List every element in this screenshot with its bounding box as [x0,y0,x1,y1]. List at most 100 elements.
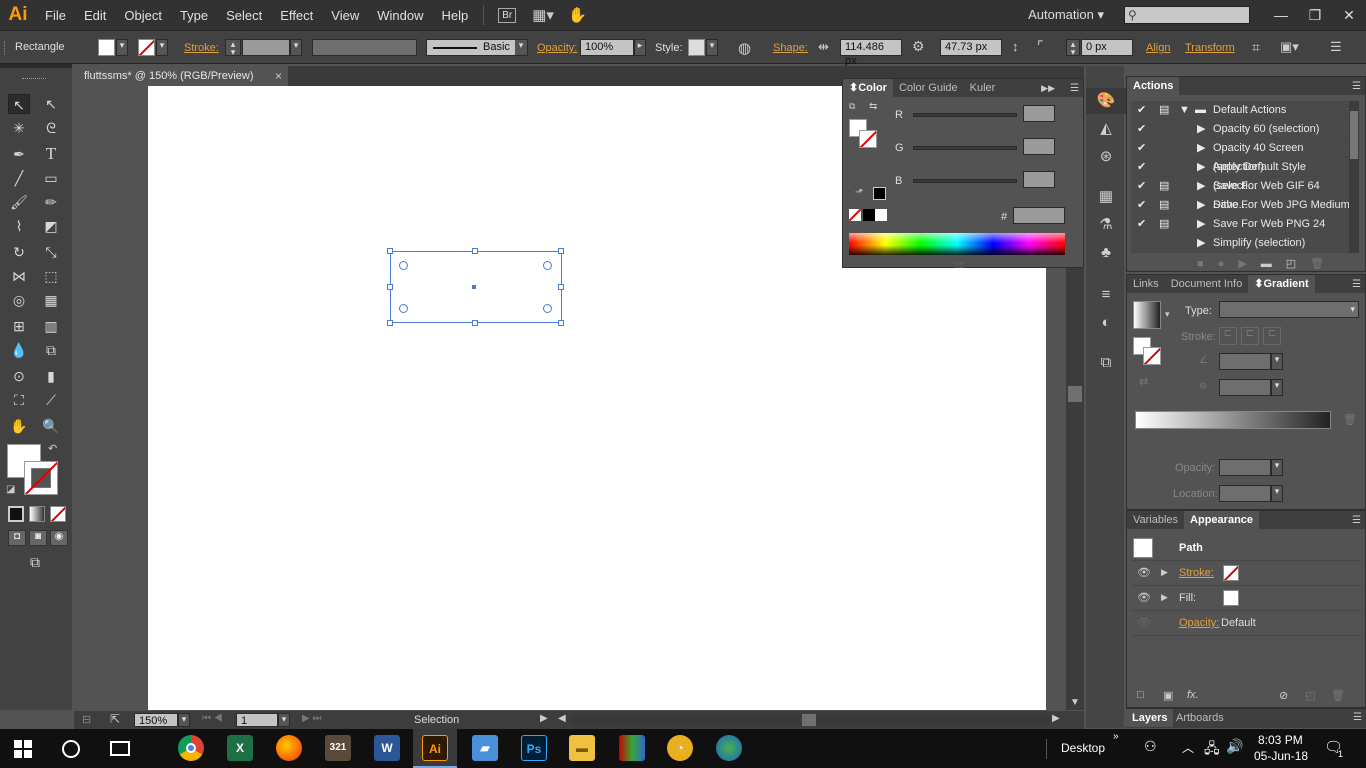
action-set-row[interactable]: ✔ ▤ ▼ ▬ Default Actions [1131,101,1349,120]
gradient-type-select[interactable]: ▾ [1219,301,1359,318]
action-item[interactable]: ✔ ▤ ▶ Save For Web JPG Medium [1131,196,1349,215]
firefox-icon[interactable] [276,735,302,761]
corner-widget[interactable] [543,261,552,270]
dialog-toggle-icon[interactable]: ▤ [1159,196,1169,215]
action-item[interactable]: ✔ ▶ Opacity 60 (selection) [1131,120,1349,139]
arrange-documents-icon[interactable]: ▦▾ [532,6,554,24]
stroke-weight-input[interactable] [242,39,290,56]
file-manager-icon[interactable]: ▰ [472,735,498,761]
panel-menu-icon[interactable]: ☰ [1352,81,1361,92]
hand-tool-icon[interactable]: ✋ [8,416,30,436]
video-player-icon[interactable]: 321 [325,735,351,761]
expand-triangle-icon[interactable]: ▶ [1197,158,1205,177]
scroll-right-arrow[interactable]: ▶ [1052,713,1060,724]
tab-variables[interactable]: Variables [1127,511,1184,529]
channel-r-slider[interactable] [913,113,1017,117]
menu-edit[interactable]: Edit [75,8,115,23]
check-icon[interactable]: ✔ [1137,158,1146,177]
stroke-along-button[interactable]: ⊏ [1241,327,1259,345]
rotate-tool-icon[interactable]: ↻ [8,242,30,262]
horizontal-scroll-thumb[interactable] [802,714,816,726]
brush-definition[interactable]: Basic ▾ [426,39,528,56]
style-dropdown[interactable]: ▾ [706,39,718,56]
close-button[interactable]: ✕ [1332,7,1366,24]
type-tool-icon[interactable]: T [40,144,62,164]
chrome-icon[interactable] [178,735,204,761]
tab-document-info[interactable]: Document Info [1165,275,1249,293]
none-mode-button[interactable] [50,506,66,522]
selection-handle[interactable] [558,284,564,290]
gpu-performance-icon[interactable]: ✋ [568,6,587,24]
status-menu-arrow[interactable]: ▶ [540,713,548,724]
screen-mode-icon[interactable]: ⧉ [24,554,46,570]
opacity-arrow[interactable]: ▸ [634,39,646,56]
opacity-input[interactable]: 100% [580,39,634,56]
style-swatch[interactable] [688,39,705,56]
eraser-tool-icon[interactable]: ◩ [40,216,62,236]
corner-widget[interactable] [543,304,552,313]
action-item[interactable]: ✔ ▶ Apply Default Style (selecti... [1131,158,1349,192]
hex-input[interactable] [1013,207,1065,224]
tab-appearance[interactable]: Appearance [1184,511,1260,529]
stop-icon[interactable]: ■ [1197,258,1218,270]
tab-color[interactable]: ⬍Color [843,79,893,97]
swap-fill-stroke-icon[interactable]: ↶ [48,442,57,455]
channel-g-input[interactable] [1023,138,1055,155]
workspace-switcher[interactable]: Automation ▾ [1028,7,1104,23]
zoom-tool-icon[interactable]: 🔍 [40,416,62,436]
search-input[interactable]: ⚲ [1124,6,1250,24]
word-icon[interactable]: W [374,735,400,761]
shape-height-input[interactable]: 47.73 px [940,39,1002,56]
blend-tool-icon[interactable]: ⧉ [40,340,62,360]
gradient-thumbnail[interactable] [1133,301,1161,329]
check-icon[interactable]: ✔ [1137,177,1146,196]
stroke-panel-icon[interactable]: ≡ [1086,282,1126,308]
panel-stroke-swatch[interactable] [859,130,877,148]
gradient-location-input[interactable] [1219,485,1271,502]
panel-menu-icon[interactable]: ☰ [1352,279,1361,290]
graphic-styles-icon[interactable]: ⧉ [1086,350,1126,376]
actions-scrollbar[interactable] [1349,101,1359,253]
zoom-dropdown[interactable]: ▾ [178,713,190,727]
menu-help[interactable]: Help [432,8,477,23]
paintbrush-tool-icon[interactable]: 🖌 [8,192,30,212]
corner-radius-stepper[interactable]: ▴ ▾ [1066,39,1080,57]
angle-input[interactable] [1219,353,1271,370]
color-spectrum[interactable] [849,233,1065,255]
clear-appearance-icon[interactable]: ⊘ [1279,689,1288,702]
selection-handle[interactable] [387,248,393,254]
opacity-row-label[interactable]: Opacity: [1179,617,1219,629]
transform-link[interactable]: Transform [1185,42,1235,54]
channel-b-input[interactable] [1023,171,1055,188]
record-icon[interactable]: ● [1218,258,1239,270]
document-tab[interactable]: fluttssms* @ 150% (RGB/Preview) × [74,66,288,86]
expand-triangle-icon[interactable]: ▶ [1161,567,1168,578]
eyedropper-tool-icon[interactable]: 💧 [8,340,30,360]
winrar-icon[interactable] [619,735,645,761]
pencil-tool-icon[interactable]: ✏ [40,192,62,212]
panel-menu-icon[interactable]: ☰ [1352,515,1361,526]
expand-triangle-icon[interactable]: ▶ [1197,196,1205,215]
visibility-eye-icon[interactable]: 👁 [1137,566,1151,579]
direct-selection-tool-icon[interactable]: ↖ [40,94,62,114]
corner-radius-input[interactable]: 0 px [1081,39,1133,56]
variable-width-profile[interactable] [312,39,417,56]
arrange-icon[interactable]: ▣▾ [1280,39,1299,55]
align-link[interactable]: Align [1146,42,1170,54]
rectangle-tool-icon[interactable]: ▭ [40,168,62,188]
selection-handle[interactable] [387,320,393,326]
selection-handle[interactable] [472,248,478,254]
selection-handle[interactable] [472,320,478,326]
angle-dropdown[interactable]: ▾ [1271,353,1283,370]
file-explorer-icon[interactable]: ▬ [569,735,595,761]
add-stroke-icon[interactable]: □ [1137,689,1144,701]
action-item[interactable]: ✔ ▤ ▶ Save For Web PNG 24 [1131,215,1349,234]
stroke-color-box[interactable] [24,461,58,495]
expand-triangle-icon[interactable]: ▶ [1197,215,1205,234]
default-fill-stroke-icon[interactable]: ◪ [6,484,15,495]
start-button[interactable] [14,740,32,758]
scale-tool-icon[interactable]: ⤡ [40,242,62,262]
volume-icon[interactable]: 🔊 [1226,738,1243,755]
menu-object[interactable]: Object [115,8,171,23]
symbol-sprayer-tool-icon[interactable]: ⊙ [8,366,30,386]
